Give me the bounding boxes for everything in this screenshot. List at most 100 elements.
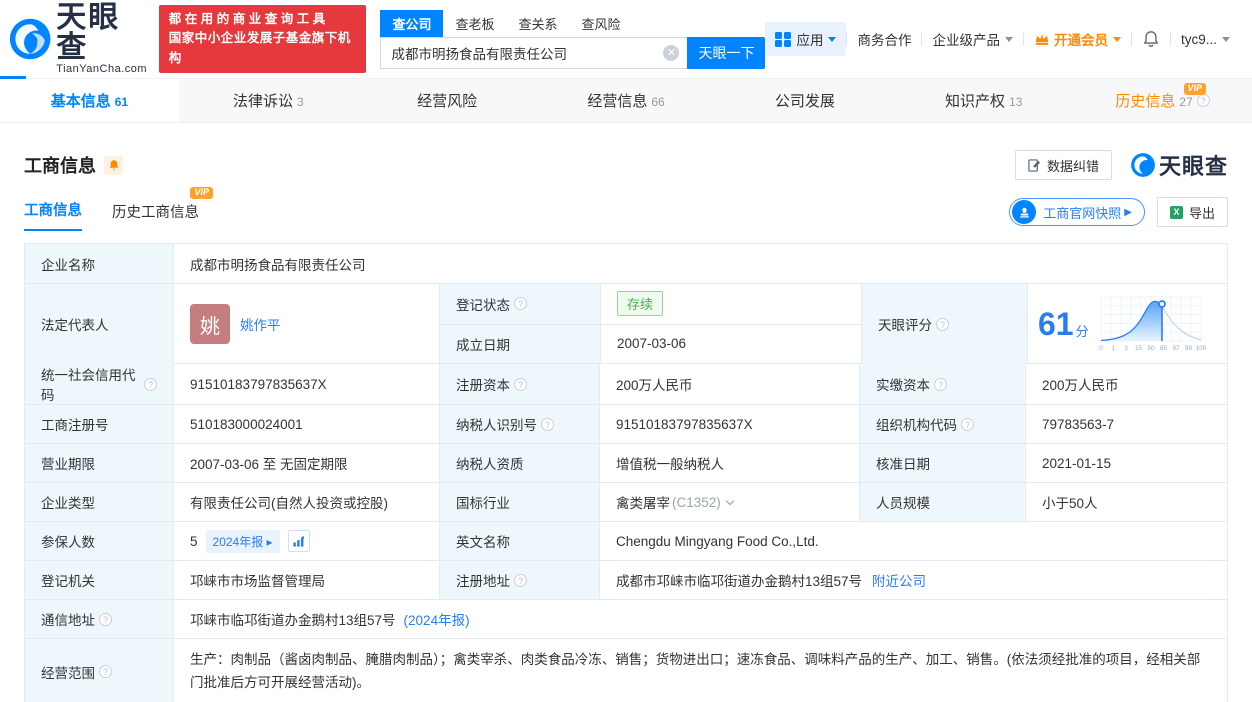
tab-operation-risk[interactable]: 经营风险: [358, 79, 537, 122]
search-input[interactable]: [380, 36, 688, 69]
tab-company-development[interactable]: 公司发展: [715, 79, 894, 122]
brand-text: 天眼查: [1158, 154, 1228, 179]
search-tab-company[interactable]: 查公司: [380, 9, 444, 37]
tab-operation-info[interactable]: 经营信息 66: [537, 79, 716, 122]
tab-count: 3: [296, 94, 304, 109]
chevron-down-icon: [1004, 36, 1013, 42]
tab-operation-info-label: 经营信息: [587, 93, 648, 110]
field-label: 注册地址?: [439, 561, 599, 599]
tab-basic-info[interactable]: 基本信息 61: [0, 79, 179, 122]
field-label: 登记状态 ?: [440, 284, 600, 324]
reg-address-value: 成都市邛崃市临邛街道办金鹅村13组57号: [616, 574, 863, 589]
vip-badge: VIP: [1183, 83, 1207, 95]
help-icon[interactable]: ?: [961, 417, 974, 431]
trend-chart-icon[interactable]: [287, 530, 310, 552]
menu-enterprise[interactable]: 企业级产品: [922, 29, 1023, 49]
legal-rep-link[interactable]: 姚作平: [240, 314, 281, 334]
tab-intellectual-property[interactable]: 知识产权 13: [894, 79, 1073, 122]
table-row: 营业期限 2007-03-06 至 无固定期限 纳税人资质 增值税一般纳税人 核…: [25, 443, 1227, 482]
subtab-history-business-info[interactable]: VIP 历史工商信息: [112, 187, 213, 231]
top-menu: 应用 商务合作 企业级产品 开通会员 tyc9...: [765, 22, 1240, 56]
tianyancha-logo[interactable]: 天眼查 TianYanCha.com: [8, 3, 149, 75]
tab-operation-risk-label: 经营风险: [417, 93, 478, 110]
help-icon[interactable]: ?: [99, 612, 112, 626]
credit-code-value: 91510183797835637X: [173, 364, 439, 404]
help-icon[interactable]: ?: [936, 317, 949, 331]
chevron-down-icon[interactable]: [725, 499, 735, 506]
score-cell: 61 分 0 1 3 15 50 85 97 99 100: [1027, 284, 1227, 364]
search-button[interactable]: 天眼一下: [687, 36, 766, 69]
menu-apps[interactable]: 应用: [765, 22, 847, 56]
help-icon[interactable]: ?: [934, 377, 947, 391]
field-label: 经营范围?: [25, 639, 173, 702]
subtab-business-info[interactable]: 工商信息: [24, 199, 82, 231]
annual-report-link[interactable]: (2024年报): [404, 609, 470, 629]
menu-cooperation-label: 商务合作: [857, 33, 912, 48]
help-icon[interactable]: ?: [1196, 94, 1210, 107]
help-icon[interactable]: ?: [99, 665, 112, 679]
header: 天眼查 TianYanCha.com 都在用的商业查询工具 国家中小企业发展子基…: [0, 0, 1252, 78]
avatar[interactable]: 姚: [190, 304, 230, 344]
table-row: 企业名称 成都市明扬食品有限责任公司: [25, 244, 1227, 283]
field-label: 参保人数: [25, 522, 173, 560]
help-icon[interactable]: ?: [514, 297, 527, 311]
search-tab-boss[interactable]: 查老板: [443, 10, 506, 37]
tab-history-info[interactable]: VIP 历史信息 27 ?: [1073, 79, 1252, 122]
tab-count: 66: [651, 94, 665, 109]
search-tabs: 查公司 查老板 查关系 查风险: [380, 9, 765, 37]
arrow-right-icon: ▶: [1124, 206, 1132, 218]
nearby-companies-link[interactable]: 附近公司: [872, 570, 926, 590]
table-row: 通信地址? 邛崃市临邛街道办金鹅村13组57号 (2024年报): [25, 599, 1227, 638]
svg-text:100: 100: [1195, 345, 1206, 352]
excel-icon: X: [1169, 205, 1183, 219]
status-date-stack: 登记状态 ? 存续 成立日期 2007-03-06: [439, 284, 861, 363]
help-icon[interactable]: ?: [514, 377, 527, 391]
field-label: 国标行业: [439, 483, 599, 521]
user-account[interactable]: tyc9...: [1171, 32, 1240, 47]
svg-text:15: 15: [1135, 345, 1143, 352]
export-button[interactable]: X 导出: [1156, 197, 1228, 227]
status-badge: 存续: [617, 291, 664, 317]
username: tyc9...: [1180, 31, 1217, 47]
help-icon[interactable]: ?: [144, 377, 157, 391]
score-unit: 分: [1075, 323, 1089, 339]
official-snapshot-label: 工商官网快照: [1043, 205, 1122, 221]
menu-open-vip[interactable]: 开通会员: [1024, 29, 1131, 49]
approval-date-value: 2021-01-15: [1025, 444, 1227, 482]
table-row: 登记机关 邛崃市市场监督管理局 注册地址? 成都市邛崃市临邛街道办金鹅村13组5…: [25, 560, 1227, 599]
notification-bell[interactable]: [1132, 30, 1170, 48]
mail-address-cell: 邛崃市临邛街道办金鹅村13组57号 (2024年报): [173, 600, 1227, 638]
table-row: 企业类型 有限责任公司(自然人投资或控股) 国标行业 禽类屠宰 (C1352) …: [25, 482, 1227, 521]
help-icon[interactable]: ?: [541, 417, 554, 431]
tab-legal-litigation-label: 法律诉讼: [232, 93, 293, 110]
menu-open-vip-label: 开通会员: [1053, 33, 1108, 48]
chevron-down-icon: [828, 36, 837, 42]
annual-report-badge[interactable]: 2024年报 ▸: [205, 529, 280, 553]
paid-capital-value: 200万人民币: [1025, 364, 1227, 404]
mail-address-value: 邛崃市临邛街道办金鹅村13组57号: [190, 613, 396, 628]
tab-legal-litigation[interactable]: 法律诉讼 3: [179, 79, 358, 122]
slogan-banner: 都在用的商业查询工具 国家中小企业发展子基金旗下机构: [158, 4, 367, 74]
official-snapshot-button[interactable]: 工商官网快照 ▶: [1009, 198, 1145, 226]
english-name-value: Chengdu Mingyang Food Co.,Ltd.: [599, 522, 1227, 560]
table-row: 经营范围? 生产：肉制品（酱卤肉制品、腌腊肉制品）；禽类宰杀、肉类食品冷冻、销售…: [25, 638, 1227, 702]
industry-cell: 禽类屠宰 (C1352): [599, 483, 859, 521]
insured-count: 5: [190, 533, 198, 549]
field-label: 通信地址?: [25, 600, 173, 638]
subscribe-bell-icon[interactable]: [104, 155, 123, 175]
tianyancha-swirl-icon: [9, 18, 51, 60]
logo-title: 天眼查: [56, 1, 121, 64]
search-tab-relation[interactable]: 查关系: [507, 10, 570, 37]
help-icon[interactable]: ?: [514, 573, 527, 587]
registered-capital-value: 200万人民币: [599, 364, 859, 404]
search-tab-risk[interactable]: 查风险: [570, 10, 633, 37]
clear-search-icon[interactable]: ✕: [663, 44, 680, 61]
taxpayer-id-value: 91510183797835637X: [599, 405, 859, 443]
establish-date-value: 2007-03-06: [600, 324, 861, 363]
table-row: 统一社会信用代码? 91510183797835637X 注册资本? 200万人…: [25, 363, 1227, 404]
data-correction-button[interactable]: 数据纠错: [1014, 150, 1112, 180]
industry-code: (C1352): [672, 494, 721, 510]
edit-doc-icon: [1028, 158, 1041, 172]
menu-cooperation[interactable]: 商务合作: [847, 29, 921, 49]
tab-basic-info-label: 基本信息: [50, 93, 111, 110]
